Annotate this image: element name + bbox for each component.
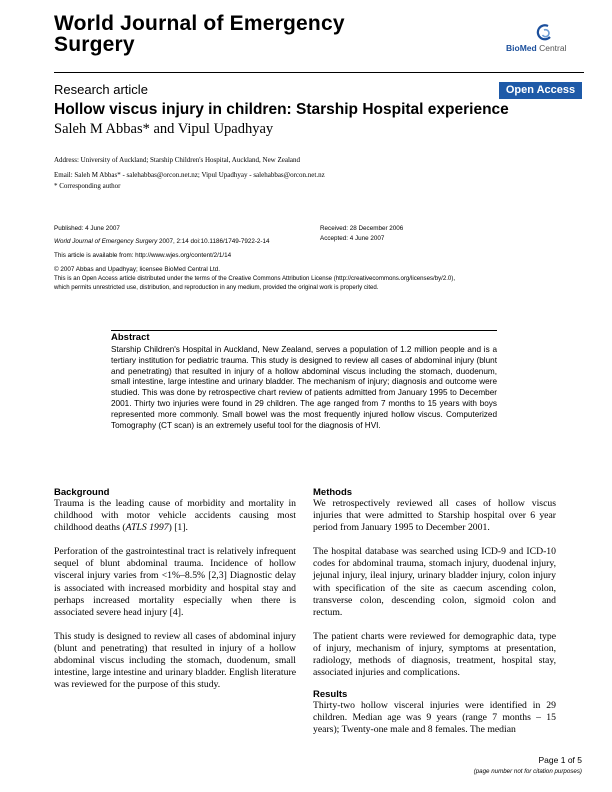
- received-date: Received: 28 December 2006: [320, 225, 404, 232]
- published-date: Published: 4 June 2007: [54, 225, 120, 232]
- open-access-badge: Open Access: [499, 82, 582, 99]
- results-paragraph-1: Thirty-two hollow visceral injuries were…: [313, 700, 556, 736]
- citation-atls: ATLS 1997: [125, 522, 169, 534]
- methods-paragraph-1: We retrospectively reviewed all cases of…: [313, 498, 556, 534]
- abstract-rule: [111, 330, 497, 331]
- publisher-suffix: Central: [539, 43, 567, 53]
- citation: World Journal of Emergency Surgery 2007,…: [54, 237, 270, 246]
- results-heading: Results: [313, 689, 348, 701]
- citation-journal: World Journal of Emergency Surgery: [54, 238, 158, 245]
- methods-paragraph-3: The patient charts were reviewed for dem…: [313, 630, 556, 679]
- methods-paragraph-2: The hospital database was searched using…: [313, 546, 556, 618]
- page-number: Page 1 of 5: [538, 755, 582, 765]
- article-availability[interactable]: This article is available from: http://w…: [54, 251, 231, 260]
- address: Address: University of Auckland; Starshi…: [54, 156, 301, 164]
- article-title: Hollow viscus injury in children: Starsh…: [54, 101, 509, 118]
- methods-body: We retrospectively reviewed all cases of…: [313, 498, 556, 679]
- header-rule: [54, 72, 584, 73]
- background-paragraph-1: Trauma is the leading cause of morbidity…: [54, 498, 296, 534]
- email: Email: Saleh M Abbas* - salehabbas@orcon…: [54, 171, 325, 179]
- license-line-2: which permits unrestricted use, distribu…: [54, 284, 379, 291]
- publisher-brand: BioMed: [506, 43, 537, 53]
- results-body: Thirty-two hollow visceral injuries were…: [313, 700, 556, 736]
- methods-section: Methods We retrospectively reviewed all …: [313, 487, 556, 749]
- background-paragraph-3: This study is designed to review all cas…: [54, 630, 296, 691]
- corresponding-author: * Corresponding author: [54, 182, 121, 190]
- biomed-central-logo: BioMed Central: [506, 24, 578, 56]
- background-section: Background Trauma is the leading cause o…: [54, 487, 296, 703]
- journal-title: World Journal of Emergency Surgery: [54, 12, 345, 56]
- background-body: Trauma is the leading cause of morbidity…: [54, 498, 296, 691]
- biomed-swirl-icon: [536, 24, 551, 41]
- accepted-date: Accepted: 4 June 2007: [320, 235, 385, 242]
- license-line-1[interactable]: This is an Open Access article distribut…: [54, 274, 455, 283]
- abstract-text: Starship Children's Hospital in Auckland…: [111, 345, 497, 430]
- article-type: Research article: [54, 82, 148, 97]
- citation-details: 2007, 2:14 doi:10.1186/1749-7922-2-14: [157, 238, 270, 245]
- authors: Saleh M Abbas* and Vipul Upadhyay: [54, 121, 274, 137]
- copyright: © 2007 Abbas and Upadhyay; licensee BioM…: [54, 266, 221, 273]
- page-number-note: (page number not for citation purposes): [473, 768, 582, 775]
- abstract-heading: Abstract: [111, 332, 150, 343]
- background-heading: Background: [54, 487, 110, 498]
- methods-heading: Methods: [313, 487, 353, 498]
- background-paragraph-2: Perforation of the gastrointestinal trac…: [54, 546, 296, 618]
